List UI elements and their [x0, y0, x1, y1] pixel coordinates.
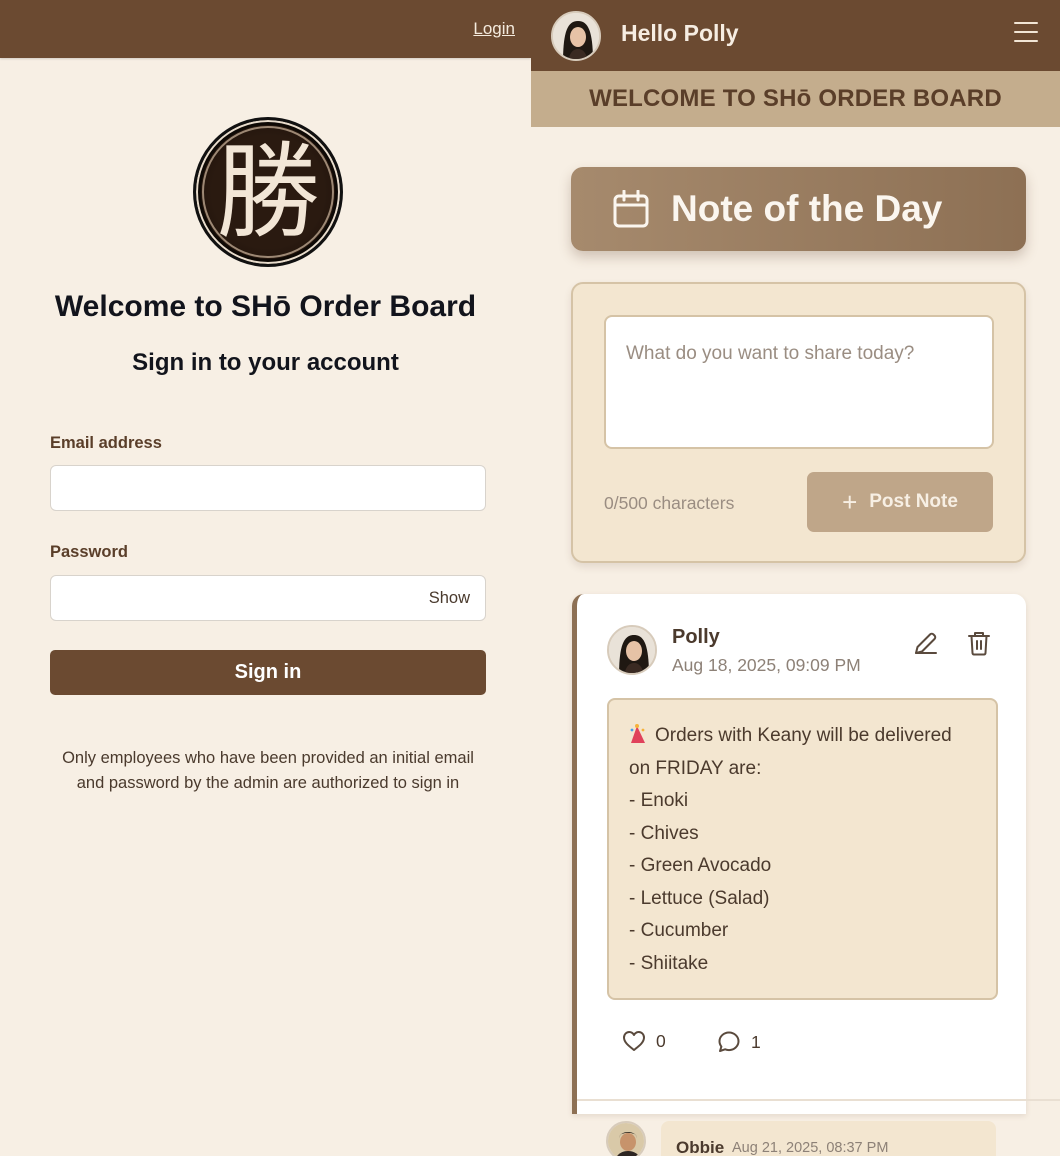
note-of-the-day-header: Note of the Day — [571, 167, 1026, 251]
welcome-banner: WELCOME TO SHō ORDER BOARD — [531, 71, 1060, 127]
note-timestamp: Aug 18, 2025, 09:09 PM — [672, 655, 861, 675]
note-textarea[interactable]: What do you want to share today? — [604, 315, 994, 449]
sign-in-button[interactable]: Sign in — [50, 650, 486, 695]
board-panel: Hello Polly WELCOME TO SHō ORDER BOARD N… — [531, 0, 1060, 1156]
disclaimer-line: Only employees who have been provided an… — [62, 749, 474, 767]
like-count: 0 — [656, 1030, 666, 1051]
comment-button[interactable]: 1 — [717, 1030, 761, 1054]
author-avatar — [607, 625, 657, 675]
note-line: - Shiitake — [629, 952, 709, 974]
note-line: on FRIDAY are: — [629, 757, 762, 779]
note-line: - Green Avocado — [629, 855, 772, 876]
character-count: 0/500 characters — [604, 493, 735, 513]
edit-icon[interactable] — [912, 631, 938, 657]
avatar-portrait-icon — [553, 13, 599, 59]
note-author: Polly — [672, 626, 720, 648]
note-line: - Enoki — [629, 790, 689, 811]
note-card: Polly Aug 18, 2025, 09:09 PM Orders with… — [572, 594, 1026, 1114]
calendar-icon — [613, 190, 649, 228]
avatar-portrait-icon — [608, 1123, 644, 1156]
board-top-bar: Hello Polly — [531, 0, 1060, 71]
comment-icon — [718, 1031, 740, 1052]
comment-count: 1 — [751, 1031, 761, 1052]
note-line: - Cucumber — [629, 920, 729, 941]
note-line-text: Orders with Keany will be delivered — [655, 725, 952, 746]
email-label: Email address — [50, 434, 162, 452]
show-password-button[interactable]: Show — [429, 589, 470, 608]
trash-icon[interactable] — [967, 630, 991, 656]
login-top-bar: Login — [0, 0, 531, 58]
note-placeholder: What do you want to share today? — [626, 343, 915, 364]
avatar-portrait-icon — [609, 627, 655, 673]
password-label: Password — [50, 543, 128, 561]
commenter-avatar — [606, 1121, 646, 1156]
sign-in-disclaimer: Only employees who have been provided an… — [40, 746, 496, 796]
section-title: Note of the Day — [671, 188, 943, 229]
password-field[interactable]: Show — [50, 575, 486, 621]
note-line: - Lettuce (Salad) — [629, 887, 770, 909]
logo-kanji: 勝 — [215, 131, 320, 253]
greeting: Hello Polly — [621, 20, 739, 46]
party-popper-icon — [629, 723, 647, 743]
login-link[interactable]: Login — [473, 19, 515, 39]
comment-bubble: Obbie Aug 21, 2025, 08:37 PM — [661, 1121, 996, 1156]
note-line: - Chives — [629, 822, 699, 844]
plus-icon: + — [842, 487, 858, 517]
heart-icon — [623, 1031, 645, 1051]
email-field[interactable] — [50, 465, 486, 511]
login-panel: Login 勝 Welcome to SHō Order Board Sign … — [0, 0, 531, 1156]
user-avatar[interactable] — [551, 11, 601, 61]
comment-author: Obbie — [676, 1138, 725, 1156]
login-subtitle: Sign in to your account — [132, 349, 399, 376]
disclaimer-line: and password by the admin are authorized… — [76, 774, 460, 792]
like-button[interactable]: 0 — [622, 1030, 666, 1052]
comment-divider — [577, 1099, 1060, 1101]
note-content: Orders with Keany will be delivered on F… — [607, 698, 998, 1000]
menu-icon[interactable] — [1014, 22, 1038, 43]
post-note-button[interactable]: + Post Note — [807, 472, 993, 532]
comment-timestamp: Aug 21, 2025, 08:37 PM — [732, 1140, 889, 1156]
login-title: Welcome to SHō Order Board — [54, 290, 477, 323]
sho-logo: 勝 — [193, 117, 343, 267]
compose-card: What do you want to share today? 0/500 c… — [571, 282, 1026, 563]
post-note-label: Post Note — [869, 491, 958, 512]
note-line: Orders with Keany will be delivered — [629, 720, 976, 753]
